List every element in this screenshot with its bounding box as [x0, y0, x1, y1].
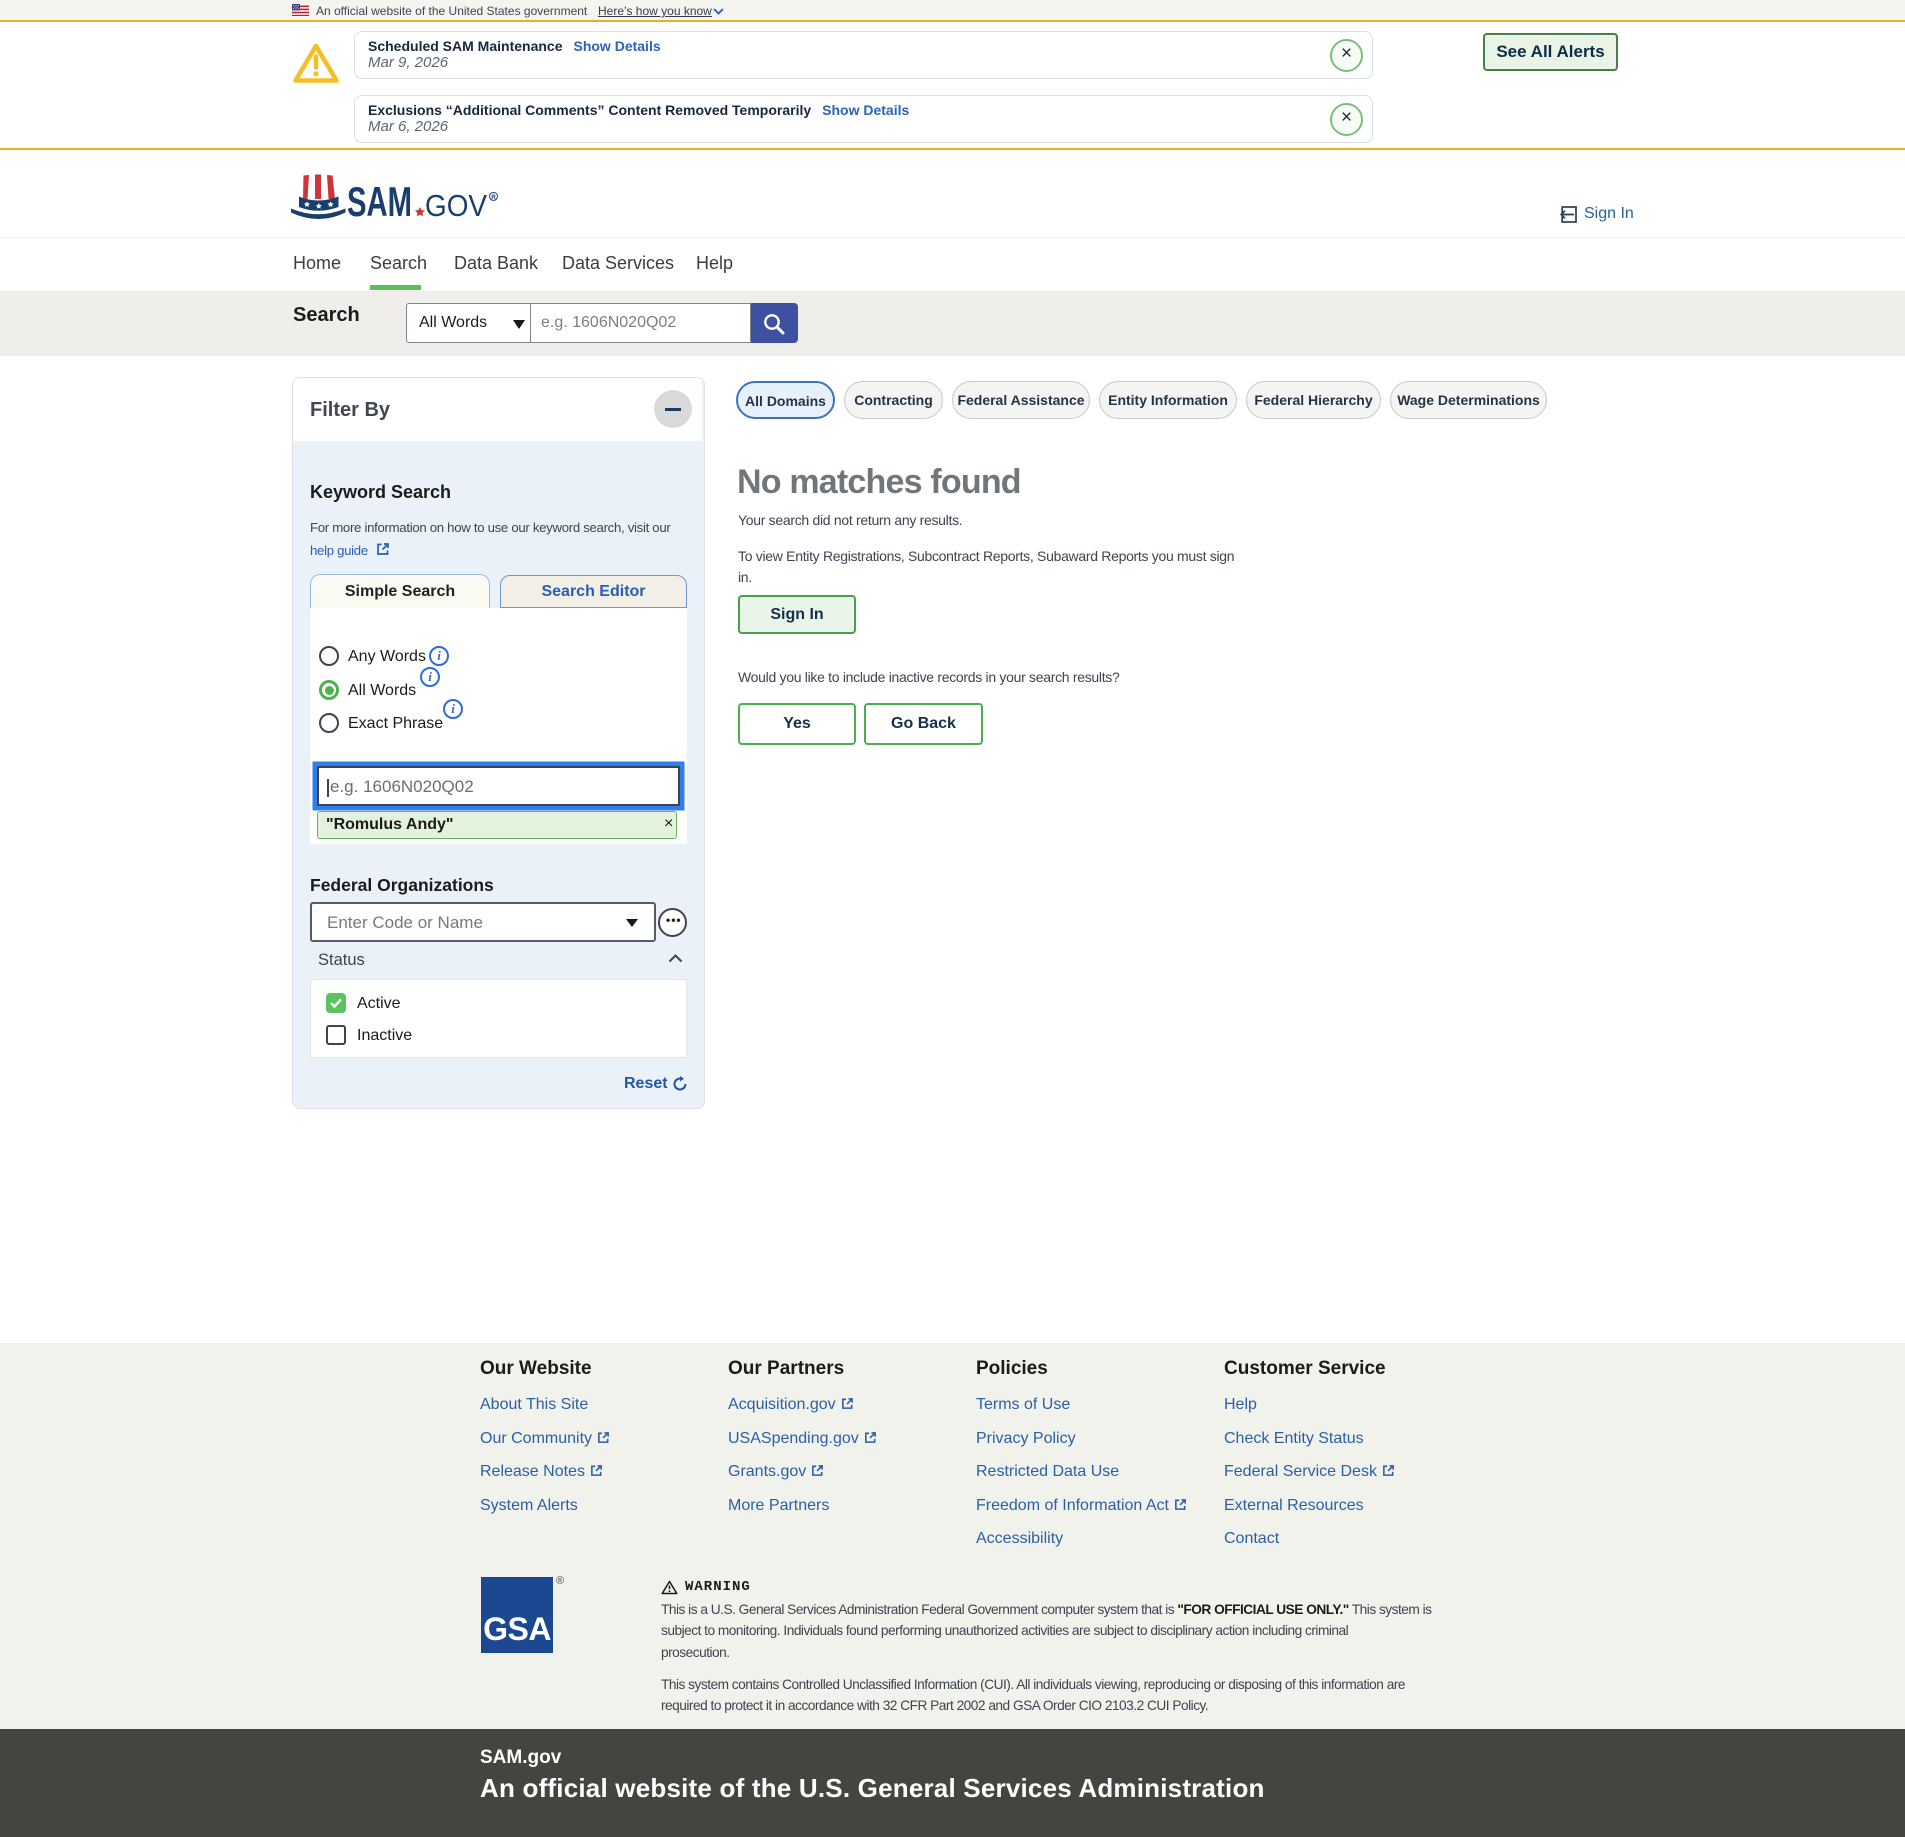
svg-text:R: R [491, 195, 496, 201]
svg-text:GOV: GOV [425, 188, 487, 222]
svg-text:SAM: SAM [347, 178, 412, 222]
